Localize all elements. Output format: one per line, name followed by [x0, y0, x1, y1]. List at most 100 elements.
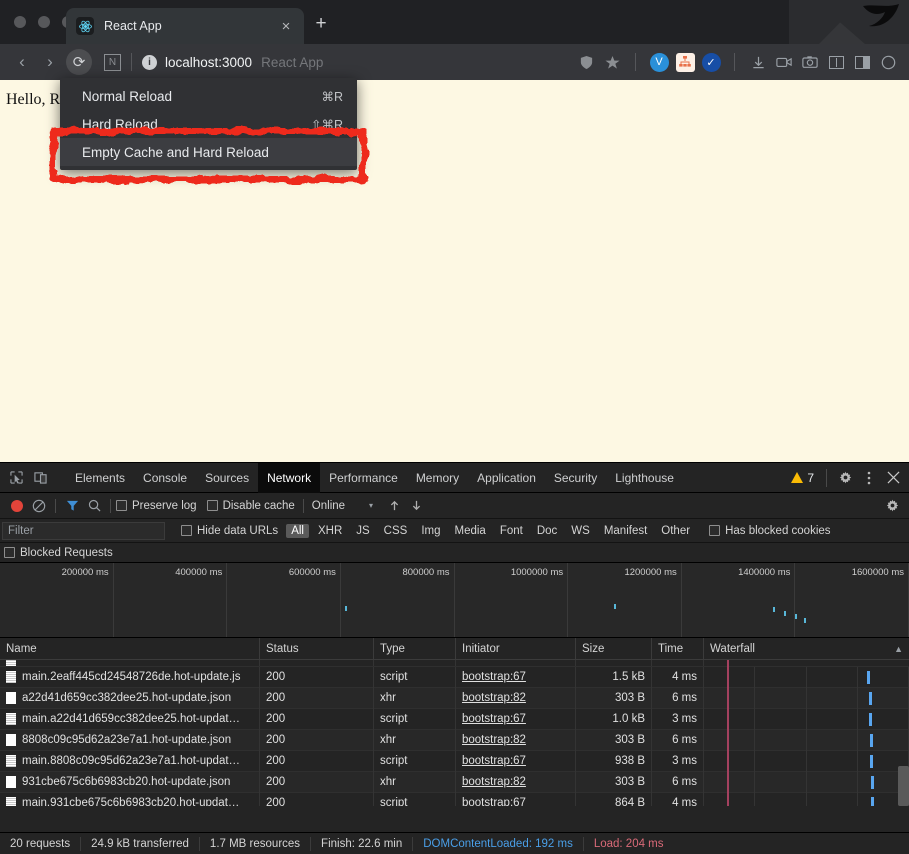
request-initiator[interactable]: bootstrap:67	[456, 792, 576, 806]
column-header-time[interactable]: Time	[652, 637, 704, 660]
window-close-button[interactable]	[14, 16, 26, 28]
blocked-requests-control[interactable]: Blocked Requests	[4, 547, 113, 559]
sort-ascending-icon[interactable]: ▲	[894, 644, 903, 654]
request-initiator[interactable]: bootstrap:67	[456, 750, 576, 772]
request-list-scrollbar[interactable]	[898, 766, 909, 806]
network-settings-gear-icon[interactable]	[881, 495, 903, 517]
request-initiator[interactable]: bootstrap:67	[456, 666, 576, 688]
disable-cache-control[interactable]: Disable cache	[206, 500, 295, 512]
device-toolbar-icon[interactable]	[28, 466, 52, 490]
back-button[interactable]: ‹	[8, 48, 36, 76]
devtools-tab-application[interactable]: Application	[468, 463, 545, 493]
download-icon[interactable]	[745, 49, 771, 75]
request-initiator-link[interactable]: bootstrap:67	[462, 797, 526, 806]
network-overview-timeline[interactable]: 200000 ms 400000 ms 600000 ms 800000 ms …	[0, 563, 909, 638]
disable-cache-checkbox[interactable]	[206, 500, 218, 511]
filter-input[interactable]: Filter	[2, 521, 165, 540]
shield-icon[interactable]	[573, 49, 599, 75]
devtools-tab-network[interactable]: Network	[258, 462, 321, 493]
table-row[interactable]: main.a22d41d659cc382dee25.hot-updat… 200 s…	[0, 708, 909, 730]
request-initiator-link[interactable]: bootstrap:67	[462, 671, 526, 683]
new-tab-button[interactable]: +	[310, 14, 332, 33]
blocked-requests-checkbox[interactable]	[4, 547, 15, 558]
request-initiator-link[interactable]: bootstrap:82	[462, 692, 526, 704]
filter-type-xhr[interactable]: XHR	[313, 524, 347, 538]
column-header-type[interactable]: Type	[374, 637, 456, 660]
request-initiator-link[interactable]: bootstrap:82	[462, 776, 526, 788]
inspect-element-icon[interactable]	[4, 466, 28, 490]
filter-type-other[interactable]: Other	[656, 524, 695, 538]
hide-data-urls-checkbox[interactable]	[181, 525, 192, 536]
devtools-tab-memory[interactable]: Memory	[407, 463, 468, 493]
filter-type-ws[interactable]: WS	[566, 524, 595, 538]
table-row[interactable]: a22d41d659cc382dee25.hot-update.json 200 x…	[0, 687, 909, 709]
request-initiator-link[interactable]: bootstrap:67	[462, 755, 526, 767]
screenshot-icon[interactable]	[797, 49, 823, 75]
column-header-size[interactable]: Size	[576, 637, 652, 660]
window-controls[interactable]	[14, 16, 74, 28]
devtools-tab-sources[interactable]: Sources	[196, 463, 258, 493]
request-initiator[interactable]: bootstrap:82	[456, 729, 576, 751]
table-row[interactable]: 8808c09c95d62a23e7a1.hot-update.json 200 x…	[0, 729, 909, 751]
extension-badge-icon[interactable]: N	[104, 53, 121, 71]
vimium-extension-icon[interactable]: V	[646, 49, 672, 75]
tab-close-icon[interactable]: ×	[278, 18, 294, 35]
split-layout-icon[interactable]	[849, 49, 875, 75]
filter-type-media[interactable]: Media	[450, 524, 491, 538]
request-initiator-link[interactable]: bootstrap:82	[462, 734, 526, 746]
menu-item-normal-reload[interactable]: Normal Reload ⌘R	[60, 82, 357, 110]
devtools-tab-elements[interactable]: Elements	[66, 463, 134, 493]
column-header-name[interactable]: Name	[0, 637, 260, 660]
browser-tab-react-app[interactable]: React App ×	[66, 8, 304, 44]
table-row[interactable]: 931cbe675c6b6983cb20.hot-update.json 200 x…	[0, 771, 909, 793]
column-header-status[interactable]: Status	[260, 637, 374, 660]
search-icon[interactable]	[83, 495, 105, 517]
panel-layout-icon[interactable]	[823, 49, 849, 75]
screen-record-icon[interactable]	[771, 49, 797, 75]
url-bar-text[interactable]: localhost:3000	[165, 55, 252, 70]
table-row[interactable]: main.2eaff445cd24548726de.hot-update.js 2…	[0, 666, 909, 688]
has-blocked-cookies-control[interactable]: Has blocked cookies	[709, 525, 831, 537]
checkmark-extension-icon[interactable]: ✓	[698, 49, 724, 75]
devtools-tab-performance[interactable]: Performance	[320, 463, 407, 493]
record-button[interactable]	[6, 495, 28, 517]
preserve-log-control[interactable]: Preserve log	[116, 500, 197, 512]
devtools-tab-console[interactable]: Console	[134, 463, 196, 493]
filter-type-manifest[interactable]: Manifest	[599, 524, 652, 538]
filter-type-all[interactable]: All	[286, 523, 309, 538]
close-icon[interactable]	[881, 466, 905, 490]
devtools-tab-security[interactable]: Security	[545, 463, 606, 493]
table-row[interactable]: main.8808c09c95d62a23e7a1.hot-updat… 200 s…	[0, 750, 909, 772]
filter-type-css[interactable]: CSS	[379, 524, 413, 538]
column-header-initiator[interactable]: Initiator	[456, 637, 576, 660]
filter-icon[interactable]	[61, 495, 83, 517]
request-initiator[interactable]: bootstrap:82	[456, 771, 576, 793]
request-initiator-link[interactable]: bootstrap:67	[462, 713, 526, 725]
site-info-icon[interactable]: i	[142, 54, 157, 70]
request-initiator[interactable]: bootstrap:82	[456, 687, 576, 709]
settings-gear-icon[interactable]	[833, 466, 857, 490]
bookmark-star-icon[interactable]	[599, 49, 625, 75]
forward-button[interactable]: ›	[36, 48, 64, 76]
has-blocked-cookies-checkbox[interactable]	[709, 525, 721, 536]
throttling-select[interactable]: Online ▾	[312, 500, 373, 512]
warning-count-badge[interactable]: 7	[785, 471, 820, 485]
network-request-list[interactable]: main.2eaff445cd24548726de.hot-update.js 2…	[0, 660, 909, 806]
more-vertical-icon[interactable]	[857, 466, 881, 490]
import-har-icon[interactable]	[383, 495, 405, 517]
preserve-log-checkbox[interactable]	[116, 500, 127, 511]
column-header-waterfall[interactable]: Waterfall ▲	[704, 638, 909, 660]
profile-icon[interactable]	[875, 49, 901, 75]
devtools-tab-lighthouse[interactable]: Lighthouse	[606, 463, 683, 493]
table-row[interactable]: main.931cbe675c6b6983cb20.hot-updat… 200 s…	[0, 792, 909, 806]
hide-data-urls-control[interactable]: Hide data URLs	[181, 525, 278, 537]
request-initiator[interactable]: bootstrap:67	[456, 708, 576, 730]
reload-button[interactable]: ⟳	[66, 49, 92, 75]
filter-type-doc[interactable]: Doc	[532, 524, 562, 538]
filter-type-img[interactable]: Img	[416, 524, 445, 538]
window-minimize-button[interactable]	[38, 16, 50, 28]
filter-type-font[interactable]: Font	[495, 524, 528, 538]
export-har-icon[interactable]	[405, 495, 427, 517]
react-devtools-extension-icon[interactable]	[672, 49, 698, 75]
clear-button[interactable]	[28, 495, 50, 517]
